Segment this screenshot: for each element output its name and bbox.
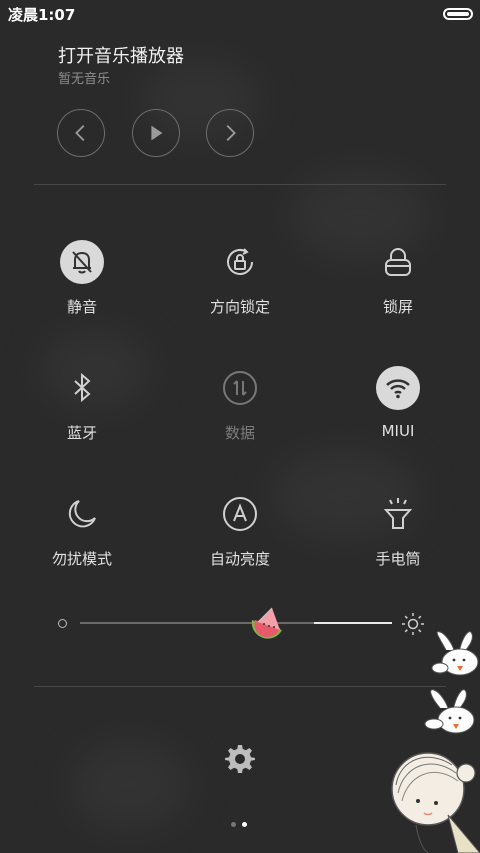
toggle-lock-screen[interactable]: 锁屏 xyxy=(338,240,458,317)
toggle-label: 锁屏 xyxy=(382,298,413,316)
data-toggle-circle xyxy=(218,366,262,410)
toggle-wifi[interactable]: MIUI xyxy=(338,366,458,440)
battery-icon xyxy=(443,8,473,20)
toggle-label: 数据 xyxy=(224,424,255,442)
play-icon xyxy=(151,125,163,141)
wifi-toggle-circle xyxy=(376,366,420,410)
toggle-bluetooth[interactable]: 蓝牙 xyxy=(22,366,142,443)
toggle-label: MIUI xyxy=(381,422,415,440)
flashlight-icon xyxy=(383,498,413,529)
rabbit-decoration xyxy=(424,689,475,734)
lock-toggle-circle xyxy=(376,240,420,284)
girl-illustration xyxy=(391,752,480,853)
toggle-label: 勿扰模式 xyxy=(51,550,112,568)
brightness-high-icon xyxy=(402,613,424,635)
next-button[interactable] xyxy=(206,109,254,157)
mute-toggle-circle xyxy=(60,240,104,284)
page-indicator xyxy=(228,812,250,831)
chevron-right-icon xyxy=(226,125,236,141)
toggle-label: 方向锁定 xyxy=(209,298,270,316)
status-time: 凌晨1:07 xyxy=(8,6,76,24)
divider xyxy=(34,686,446,687)
chevron-left-icon xyxy=(75,125,85,141)
toggle-rotation-lock[interactable]: 方向锁定 xyxy=(180,240,300,317)
play-button[interactable] xyxy=(132,109,180,157)
wifi-icon xyxy=(386,379,410,399)
auto-brightness-toggle-circle xyxy=(218,492,262,536)
page-dot xyxy=(231,822,236,827)
brightness-low-icon xyxy=(58,619,67,628)
rotation-lock-icon xyxy=(227,248,253,275)
page-dot-active xyxy=(242,822,247,827)
dnd-toggle-circle xyxy=(60,492,104,536)
background-blur xyxy=(70,740,190,830)
watermelon-slider-thumb[interactable] xyxy=(250,606,286,640)
gear-icon[interactable] xyxy=(225,743,255,773)
music-player-subtitle: 暂无音乐 xyxy=(58,72,111,87)
bluetooth-toggle-circle xyxy=(60,366,104,410)
previous-button[interactable] xyxy=(57,109,105,157)
bluetooth-icon xyxy=(74,372,91,403)
rabbit-decoration xyxy=(431,631,479,676)
toggle-mute[interactable]: 静音 xyxy=(22,240,142,317)
toggle-flashlight[interactable]: 手电筒 xyxy=(338,492,458,569)
brightness-slider[interactable] xyxy=(80,622,392,624)
data-icon xyxy=(223,371,257,405)
toggle-do-not-disturb[interactable]: 勿扰模式 xyxy=(22,492,142,569)
music-player-title[interactable]: 打开音乐播放器 xyxy=(58,42,184,68)
brightness-fill xyxy=(314,622,392,624)
toggle-label: 手电筒 xyxy=(375,550,421,568)
toggle-label: 自动亮度 xyxy=(209,550,270,568)
toggle-label: 蓝牙 xyxy=(66,424,97,442)
toggle-label: 静音 xyxy=(66,298,97,316)
toggle-data[interactable]: 数据 xyxy=(180,366,300,443)
toggle-auto-brightness[interactable]: 自动亮度 xyxy=(180,492,300,569)
flashlight-toggle-circle xyxy=(376,492,420,536)
divider xyxy=(34,184,446,185)
bell-off-icon xyxy=(72,251,92,274)
auto-brightness-icon xyxy=(223,497,257,531)
status-bar: 凌晨1:07 xyxy=(0,0,480,28)
rotation-toggle-circle xyxy=(218,240,262,284)
moon-icon xyxy=(68,500,96,528)
lock-icon xyxy=(385,248,411,276)
